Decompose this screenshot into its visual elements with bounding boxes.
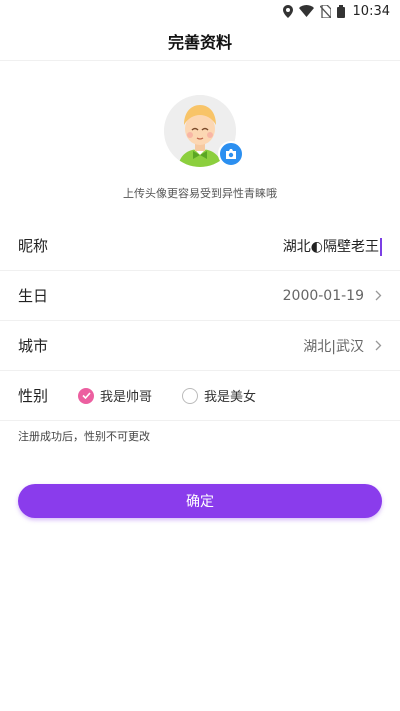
chevron-right-icon	[368, 290, 382, 301]
chevron-right-icon	[368, 340, 382, 351]
text-cursor	[380, 237, 382, 256]
camera-icon[interactable]	[218, 141, 244, 167]
gender-note: 注册成功后，性别不可更改	[18, 430, 150, 443]
radio-unchecked-icon[interactable]	[182, 387, 199, 404]
gender-row: 性别 我是帅哥 我是美女	[0, 371, 400, 421]
confirm-button[interactable]: 确定	[18, 484, 382, 518]
nickname-value: 湖北◐隔壁老王	[282, 238, 379, 255]
birthday-label: 生日	[18, 287, 49, 305]
city-label: 城市	[18, 337, 49, 355]
city-row[interactable]: 城市 湖北|武汉	[0, 321, 400, 371]
nickname-input[interactable]: 湖北◐隔壁老王	[98, 236, 382, 256]
location-icon	[282, 4, 293, 18]
city-value: 湖北|武汉	[303, 338, 364, 355]
title-bar: 完善资料	[0, 22, 400, 61]
gender-options: 我是帅哥 我是美女	[78, 386, 256, 405]
status-bar: 10:34	[0, 0, 400, 22]
wifi-icon	[298, 5, 314, 17]
birthday-value: 2000-01-19	[282, 287, 364, 304]
avatar-hint: 上传头像更容易受到异性青睐哦	[123, 187, 277, 200]
gender-option-male-label: 我是帅哥	[100, 390, 153, 405]
profile-form: 昵称 湖北◐隔壁老王 生日 2000-01-19 城市 湖北|武汉 性别 我是帅…	[0, 221, 400, 444]
battery-icon	[336, 4, 345, 18]
no-sim-icon	[319, 4, 331, 18]
avatar-upload[interactable]	[164, 95, 244, 167]
gender-option-female[interactable]: 我是美女	[182, 386, 256, 405]
birthday-row[interactable]: 生日 2000-01-19	[0, 271, 400, 321]
page-title: 完善资料	[167, 33, 232, 52]
radio-checked-icon[interactable]	[78, 387, 95, 404]
gender-option-male[interactable]: 我是帅哥	[78, 386, 152, 405]
clock: 10:34	[352, 3, 390, 19]
nickname-row[interactable]: 昵称 湖北◐隔壁老王	[0, 221, 400, 271]
avatar-section: 上传头像更容易受到异性青睐哦	[0, 61, 400, 201]
screen: 10:34 完善资料 上传头像更容易受到异性青睐哦 昵称 湖北◐隔壁老王 生日 …	[0, 0, 400, 711]
gender-label: 性别	[18, 387, 49, 405]
gender-option-female-label: 我是美女	[204, 390, 257, 405]
nickname-label: 昵称	[18, 237, 49, 255]
